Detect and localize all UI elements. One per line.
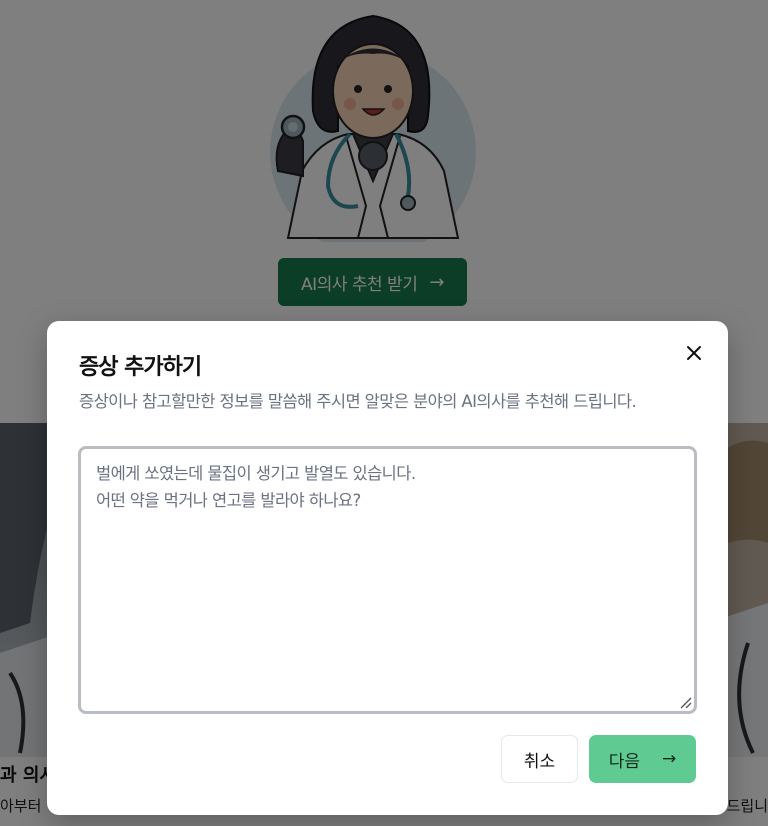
resize-grip-icon[interactable] <box>678 695 692 709</box>
close-icon <box>687 346 701 360</box>
symptom-input[interactable]: 벌에게 쏘였는데 물집이 생기고 발열도 있습니다. 어떤 약을 먹거나 연고를… <box>78 446 697 714</box>
cancel-button[interactable]: 취소 <box>501 735 578 783</box>
next-button[interactable]: 다음 → <box>589 735 696 783</box>
close-button[interactable] <box>682 341 706 365</box>
modal-title: 증상 추가하기 <box>79 355 202 380</box>
arrow-right-icon: → <box>662 749 677 769</box>
modal-description: 증상이나 참고할만한 정보를 말씀해 주시면 알맞은 분야의 AI의사를 추천해… <box>79 392 637 411</box>
add-symptom-modal: 증상 추가하기 증상이나 참고할만한 정보를 말씀해 주시면 알맞은 분야의 A… <box>47 321 728 815</box>
next-button-label: 다음 <box>608 751 641 772</box>
